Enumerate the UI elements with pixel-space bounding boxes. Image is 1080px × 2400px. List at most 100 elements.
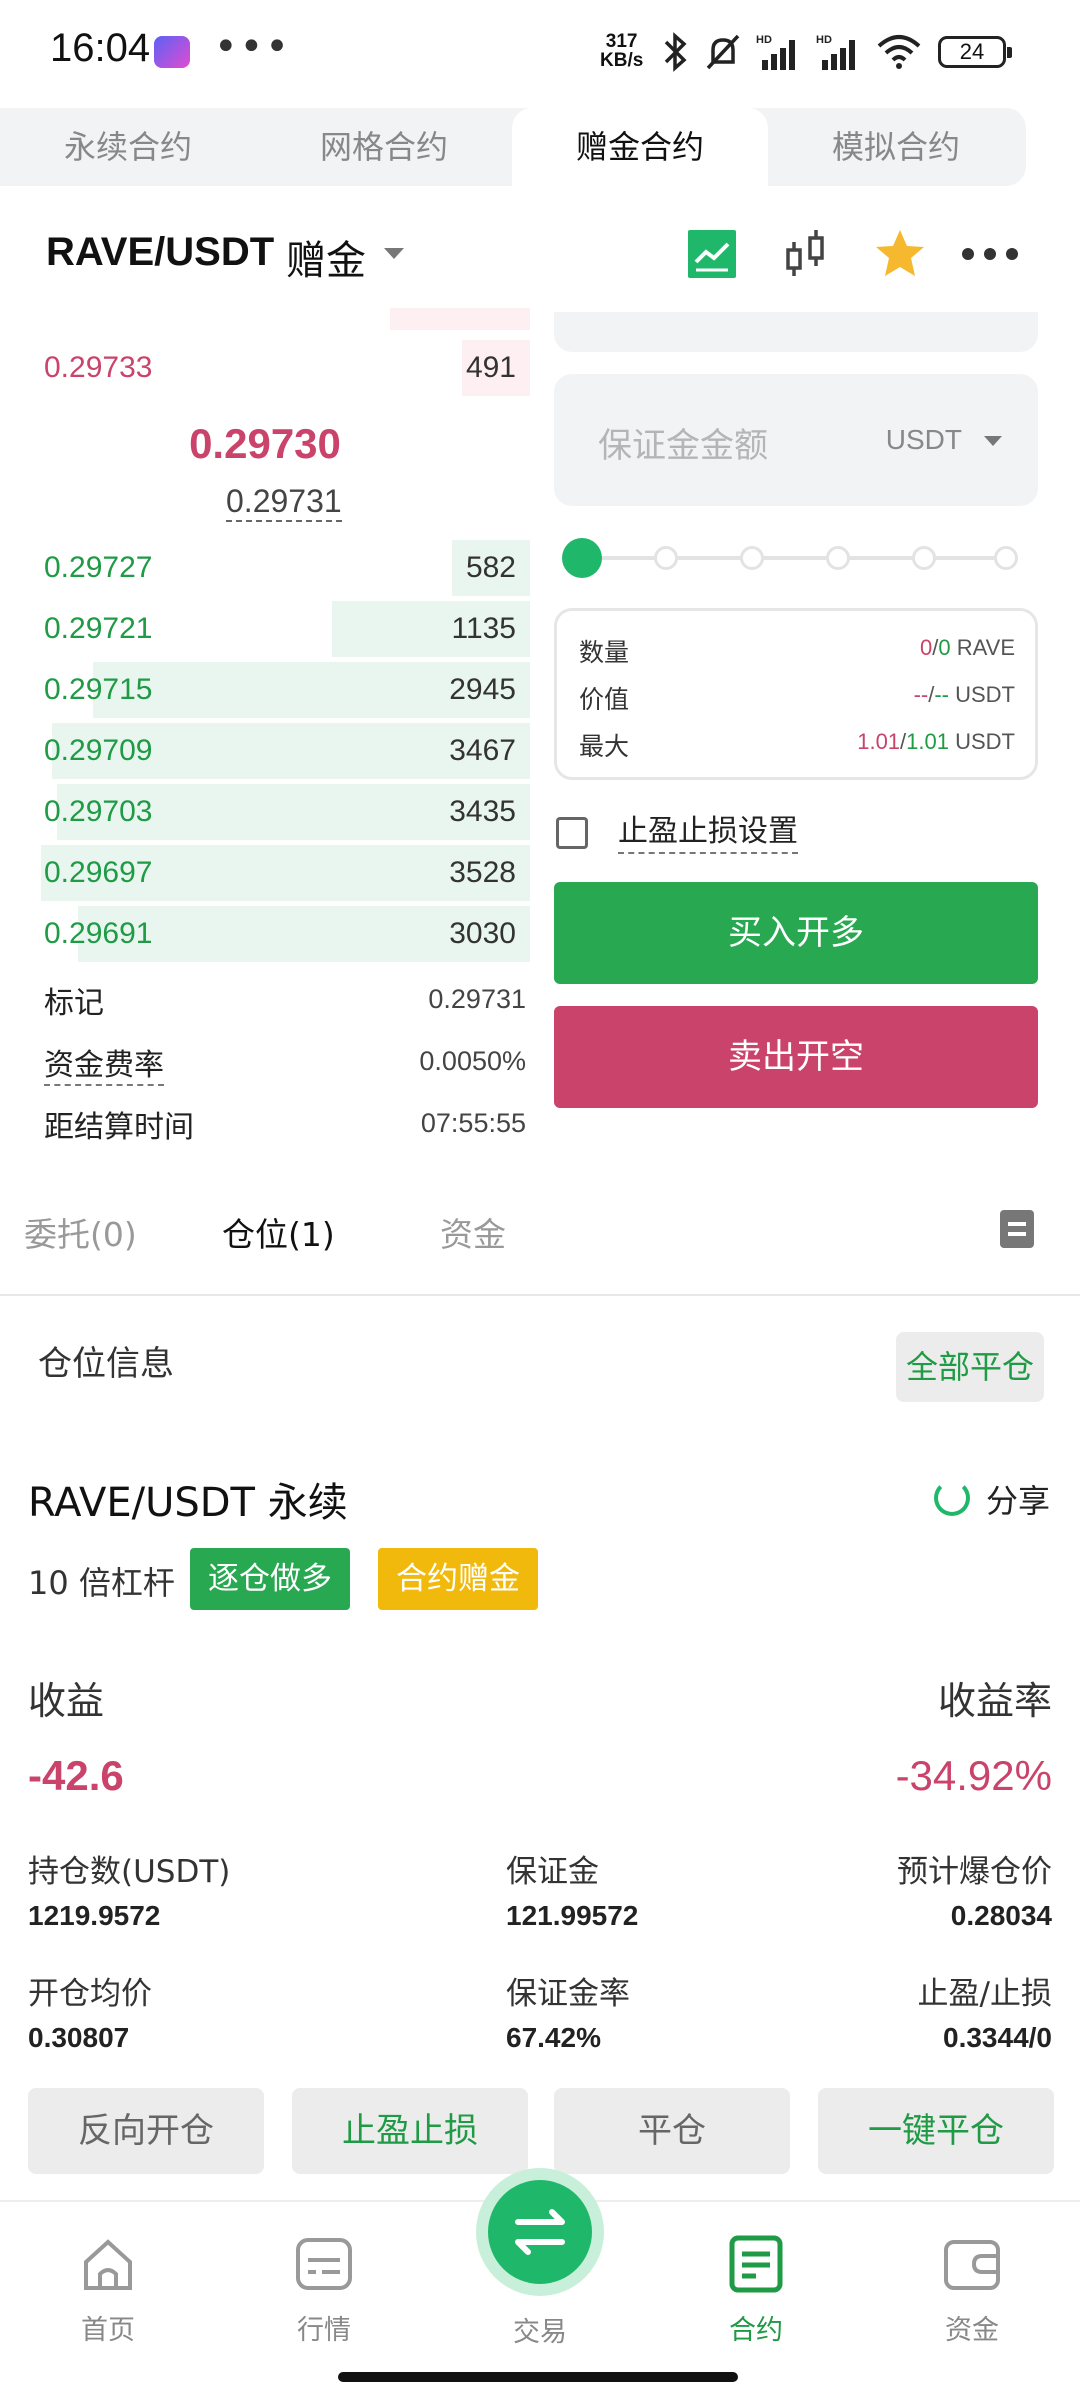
- mark-label: 标记: [44, 986, 104, 1021]
- isolated-long-badge: 逐仓做多: [190, 1548, 350, 1610]
- order-summary: 数量 0/0 RAVE 价值 --/-- USDT 最大 1.01/1.01 U…: [554, 608, 1038, 780]
- funding-rate-label[interactable]: 资金费率: [44, 1040, 164, 1086]
- buy-long-button[interactable]: 买入开多: [554, 882, 1038, 984]
- tpsl-settings-label[interactable]: 止盈止损设置: [618, 812, 798, 854]
- bid-row[interactable]: 0.29691 3030: [0, 906, 530, 962]
- max-value: 1.01/1.01 USDT: [857, 729, 1015, 754]
- margin-amount-placeholder: 保证金金额: [598, 426, 768, 466]
- battery-indicator: 24: [938, 36, 1012, 68]
- nav-trade[interactable]: 交易: [480, 2300, 600, 2349]
- margin-unit-select[interactable]: USDT: [886, 424, 962, 456]
- more-notifications-icon: •••: [214, 24, 291, 70]
- slider-thumb[interactable]: [562, 538, 602, 578]
- bid-price: 0.29727: [44, 551, 153, 584]
- bid-qty: 2945: [449, 673, 516, 706]
- nav-market-label: 行情: [297, 2315, 351, 2346]
- candlestick-icon[interactable]: [778, 226, 834, 282]
- mark-price[interactable]: 0.29731: [226, 482, 342, 522]
- tab-demo[interactable]: 模拟合约: [768, 108, 1024, 186]
- qty-label: 数量: [579, 638, 630, 667]
- home-icon: [84, 2239, 132, 2290]
- trade-button[interactable]: [488, 2180, 592, 2284]
- slider-node[interactable]: [826, 546, 850, 570]
- value-label: 价值: [579, 685, 630, 714]
- slider-node[interactable]: [654, 546, 678, 570]
- favorite-star-icon[interactable]: [872, 226, 928, 282]
- liq-price-label: 预计爆仓价: [897, 1854, 1052, 1890]
- bid-row[interactable]: 0.29721 1135: [0, 601, 530, 657]
- qty-value: 0/0 RAVE: [919, 635, 1015, 660]
- tab-positions[interactable]: 仓位(1): [222, 1208, 335, 1256]
- bonus-badge: 合约赠金: [378, 1548, 538, 1610]
- status-time: 16:04: [50, 26, 151, 70]
- pair-tag[interactable]: 赠金: [286, 228, 366, 286]
- network-speed-value: 317: [605, 31, 638, 52]
- chevron-down-icon[interactable]: [384, 248, 404, 259]
- bid-row[interactable]: 0.29709 3467: [0, 723, 530, 779]
- mute-bell-icon: [706, 34, 740, 70]
- nav-futures-label: 合约: [729, 2315, 783, 2346]
- value-value: --/-- USDT: [913, 682, 1015, 707]
- margin-ratio-label: 保证金率: [506, 1976, 630, 2012]
- bid-row[interactable]: 0.29703 3435: [0, 784, 530, 840]
- bid-qty: 1135: [451, 612, 516, 645]
- tpsl-checkbox[interactable]: [556, 817, 588, 849]
- bid-price: 0.29703: [44, 795, 153, 828]
- tab-perpetual[interactable]: 永续合约: [0, 108, 256, 186]
- slider-node[interactable]: [912, 546, 936, 570]
- share-button[interactable]: 分享: [986, 1476, 1050, 1522]
- nav-futures[interactable]: 合约: [696, 2234, 816, 2347]
- bid-qty: 3528: [449, 856, 516, 889]
- ask-row[interactable]: 0.29733 491: [0, 340, 530, 396]
- nav-market[interactable]: 行情: [264, 2234, 384, 2347]
- roi-value: -34.92%: [895, 1752, 1052, 1799]
- share-icon[interactable]: [934, 1480, 970, 1516]
- bid-qty: 582: [465, 551, 516, 584]
- nav-assets[interactable]: 资金: [912, 2234, 1032, 2347]
- margin-value: 121.99572: [506, 1900, 639, 1931]
- mark-value: 0.29731: [428, 984, 526, 1014]
- network-speed-unit: KB/s: [600, 50, 644, 71]
- bid-qty: 3030: [449, 917, 516, 950]
- position-size-label: 持仓数(USDT): [28, 1854, 231, 1890]
- margin-amount-input[interactable]: 保证金金额 USDT: [554, 374, 1038, 506]
- ask-depth-bar: [390, 308, 530, 330]
- max-label: 最大: [579, 732, 630, 761]
- ask-price: 0.29733: [44, 351, 153, 384]
- close-position-button[interactable]: 平仓: [554, 2088, 790, 2174]
- tab-assets[interactable]: 资金: [440, 1208, 506, 1256]
- close-all-button[interactable]: 全部平仓: [896, 1332, 1044, 1402]
- position-size-value: 1219.9572: [28, 1900, 161, 1931]
- status-icons: HD HD: [660, 30, 922, 74]
- pair-name[interactable]: RAVE/USDT: [46, 230, 274, 275]
- tab-orders[interactable]: 委托(0): [24, 1208, 137, 1256]
- leverage-slider-track[interactable]: [580, 556, 1010, 560]
- ask-row-clipped: [0, 308, 530, 330]
- sell-short-button[interactable]: 卖出开空: [554, 1006, 1038, 1108]
- more-menu-icon[interactable]: [960, 226, 1020, 282]
- slider-node[interactable]: [994, 546, 1018, 570]
- tpsl-label: 止盈/止损: [917, 1976, 1052, 2012]
- last-price: 0.29730: [189, 420, 341, 467]
- one-click-close-button[interactable]: 一键平仓: [818, 2088, 1054, 2174]
- price-field[interactable]: [554, 312, 1038, 352]
- nav-home[interactable]: 首页: [48, 2234, 168, 2347]
- bid-row[interactable]: 0.29727 582: [0, 540, 530, 596]
- tab-bonus[interactable]: 赠金合约: [512, 108, 768, 188]
- swap-icon: [515, 2209, 565, 2255]
- document-icon[interactable]: [1000, 1210, 1034, 1248]
- contract-type-tabs: 永续合约 网格合约 赠金合约 模拟合约: [0, 108, 1026, 188]
- tab-grid[interactable]: 网格合约: [256, 108, 512, 186]
- chevron-down-icon[interactable]: [984, 436, 1002, 446]
- bid-price: 0.29721: [44, 612, 153, 645]
- settlement-time-label: 距结算时间: [44, 1110, 194, 1145]
- bid-row[interactable]: 0.29715 2945: [0, 662, 530, 718]
- tpsl-button[interactable]: 止盈止损: [292, 2088, 528, 2174]
- nav-assets-label: 资金: [945, 2315, 999, 2346]
- reverse-position-button[interactable]: 反向开仓: [28, 2088, 264, 2174]
- network-speed: 317 KB/s: [600, 32, 643, 70]
- line-chart-icon[interactable]: [684, 226, 740, 282]
- bid-row[interactable]: 0.29697 3528: [0, 845, 530, 901]
- settlement-time-value: 07:55:55: [420, 1108, 526, 1138]
- slider-node[interactable]: [740, 546, 764, 570]
